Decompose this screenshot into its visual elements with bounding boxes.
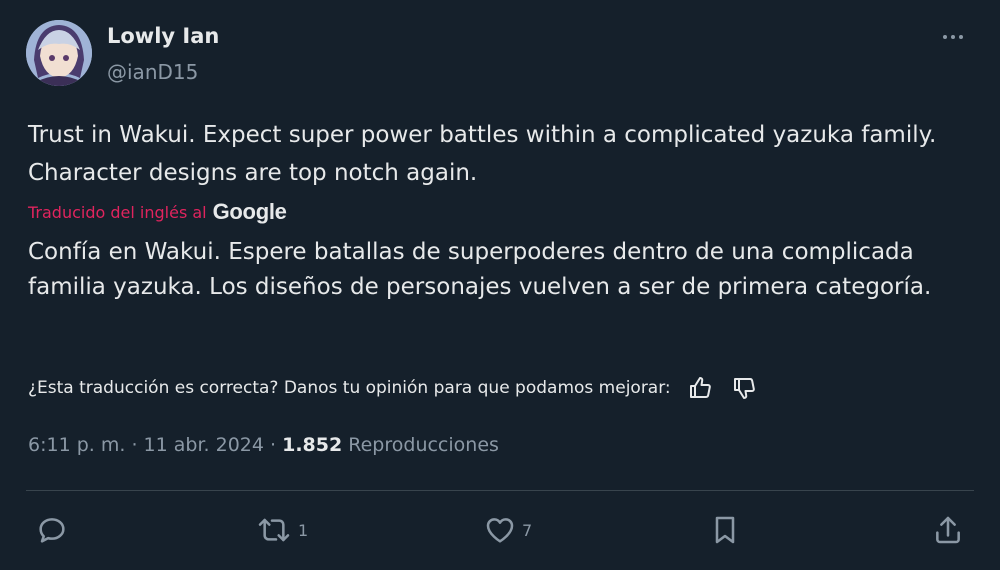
retweet-count: 1 [298,520,309,540]
feedback-prompt: ¿Esta traducción es correcta? Danos tu o… [28,378,671,398]
translation-feedback: ¿Esta traducción es correcta? Danos tu o… [28,373,759,403]
tweet-meta: 6:11 p. m. · 11 abr. 2024 · 1.852 Reprod… [28,434,499,456]
like-count: 7 [522,520,533,540]
like-button[interactable]: 7 [484,506,532,554]
divider [26,490,974,491]
avatar-image [26,20,92,86]
retweet-icon [256,514,292,546]
translated-text: Confía en Wakui. Espere batallas de supe… [28,239,932,300]
reply-button[interactable] [36,506,68,554]
bookmark-icon [710,514,740,546]
meta-separator: · [270,434,277,456]
tweet-text: Trust in Wakui. Expect super power battl… [28,122,937,186]
like-icon [484,514,516,546]
share-button[interactable] [932,506,964,554]
translation-attribution: Traducido del inglés al Google [28,199,287,225]
tweet-date[interactable]: 11 abr. 2024 [144,434,264,456]
author-handle[interactable]: @ianD15 [107,60,198,84]
bookmark-button[interactable] [710,506,740,554]
avatar[interactable] [26,20,92,86]
retweet-button[interactable]: 1 [256,506,308,554]
tweet-time[interactable]: 6:11 p. m. [28,434,125,456]
thumbs-down-icon[interactable] [729,373,759,403]
share-icon [932,514,964,546]
google-logo: Google [212,199,287,224]
more-icon[interactable] [936,26,970,48]
translated-label[interactable]: Traducido del inglés al [28,203,207,222]
action-bar: 1 7 [0,506,1000,556]
meta-separator: · [131,434,138,456]
views-count: 1.852 [282,434,343,456]
views-label: Reproducciones [348,434,499,456]
reply-icon [36,514,68,546]
thumbs-up-icon[interactable] [685,373,715,403]
author-name[interactable]: Lowly Ian [107,24,219,48]
